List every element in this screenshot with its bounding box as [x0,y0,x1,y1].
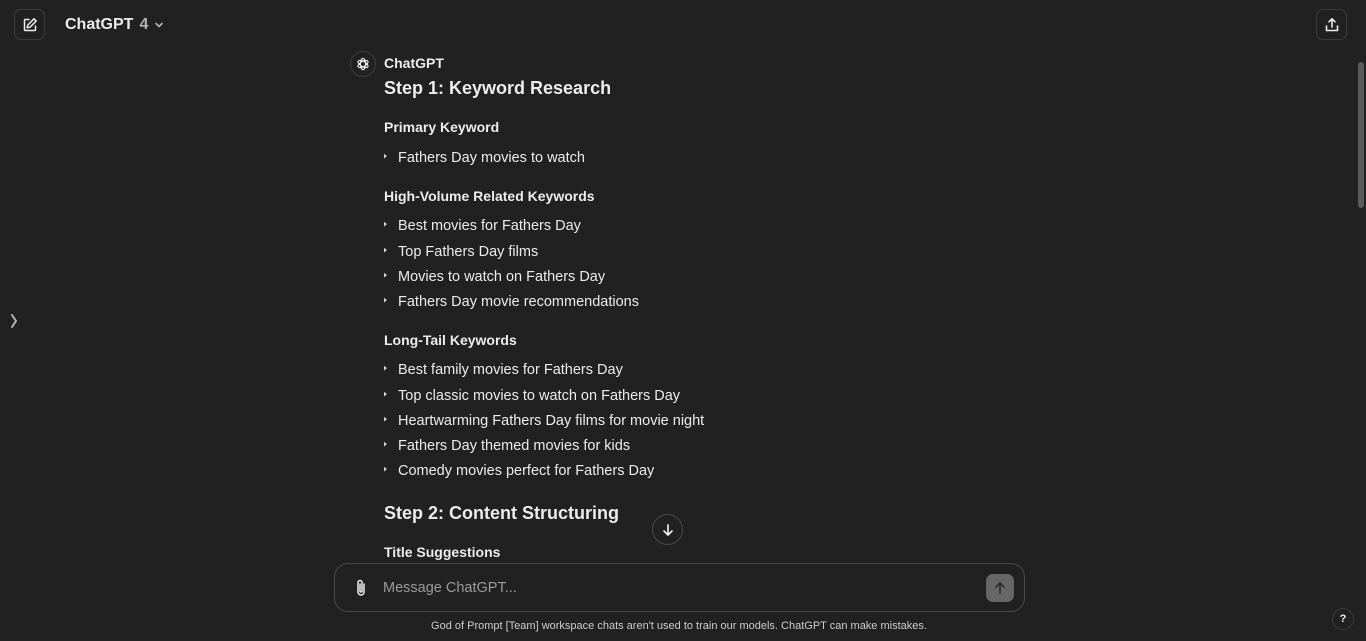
step1-heading: Step 1: Keyword Research [384,78,612,98]
step2-heading: Step 2: Content Structuring [384,503,619,523]
longtail-keywords-heading: Long-Tail Keywords [384,332,517,348]
upload-share-icon [1325,17,1338,31]
new-chat-button[interactable] [14,9,45,40]
chevron-right-icon [11,314,17,328]
primary-keyword-heading: Primary Keyword [384,119,500,135]
list-item: Best movies for Fathers Day [384,218,581,234]
model-selector[interactable]: ChatGPT 4 [65,16,164,34]
title-suggestions-heading: Title Suggestions [384,544,501,560]
sidebar-toggle[interactable] [9,311,19,331]
share-button[interactable] [1316,9,1347,40]
assistant-avatar [350,51,376,77]
list-item: Top Fathers Day films [384,244,538,260]
model-version: 4 [139,16,149,33]
help-label: ? [1339,613,1347,625]
arrow-down-icon [662,523,673,536]
scrollbar-thumb[interactable] [1358,62,1364,208]
list-item: Heartwarming Fathers Day films for movie… [384,413,704,429]
message-sender: ChatGPT [384,55,444,71]
chevron-down-icon [155,22,164,28]
help-button[interactable]: ? [1332,608,1354,630]
arrow-up-icon [995,582,1005,594]
send-button[interactable] [986,574,1014,602]
list-item: Comedy movies perfect for Fathers Day [384,463,654,479]
message-composer [334,563,1025,612]
openai-logo-icon [357,57,369,71]
edit-square-icon [23,17,37,31]
list-item: Top classic movies to watch on Fathers D… [384,388,680,404]
related-keywords-heading: High-Volume Related Keywords [384,188,595,204]
list-item: Fathers Day movies to watch [384,150,585,166]
list-item: Fathers Day movie recommendations [384,294,639,310]
list-item: Best family movies for Fathers Day [384,362,623,378]
model-name: ChatGPT [65,16,134,33]
attach-button[interactable] [351,578,371,598]
disclaimer-text: God of Prompt [Team] workspace chats are… [431,620,927,632]
list-item: Movies to watch on Fathers Day [384,269,605,285]
paperclip-icon [357,579,365,596]
message-input[interactable] [383,576,973,600]
list-item: Fathers Day themed movies for kids [384,438,630,454]
scroll-to-bottom-button[interactable] [652,514,683,545]
